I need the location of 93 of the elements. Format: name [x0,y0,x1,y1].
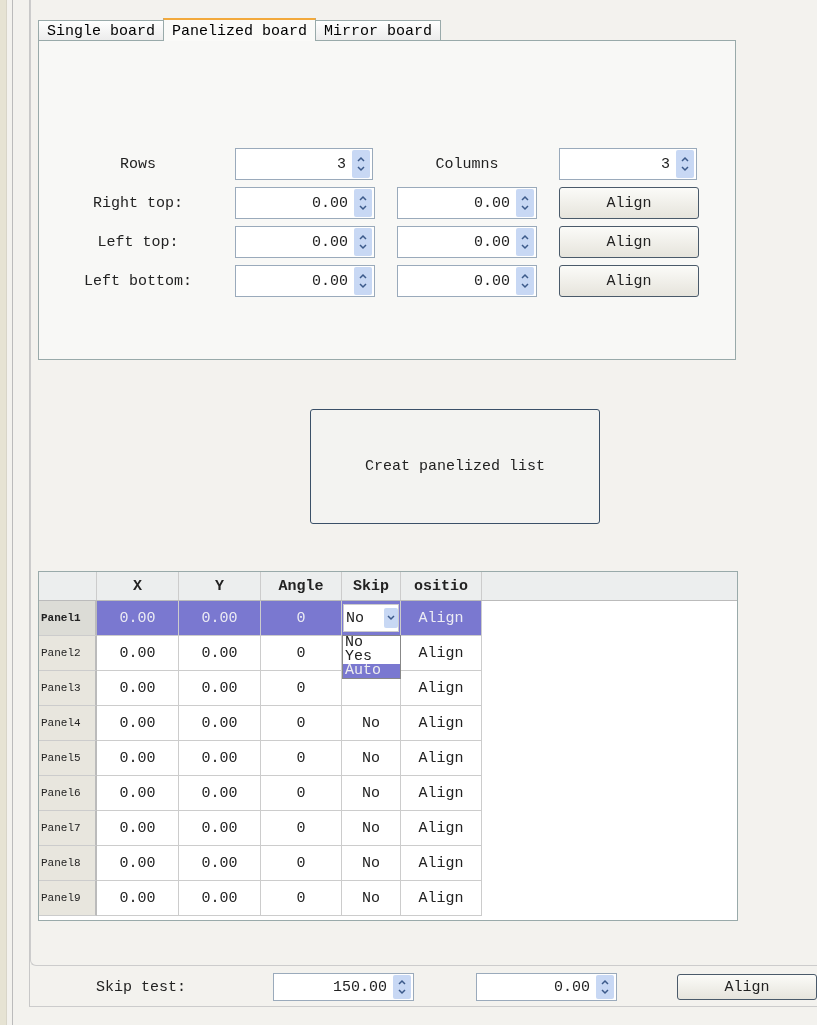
table-cell: 0.00 [179,811,261,846]
tab[interactable]: Single board [38,20,165,40]
column-header: Y [179,572,261,600]
table-cell: No [342,776,401,811]
column-header: ositio [401,572,482,600]
spin-arrows-icon[interactable] [676,150,694,178]
spin-box[interactable]: 0.00 [397,226,537,258]
chevron-down-icon [384,608,398,628]
spin-box[interactable]: 0.00 [235,265,375,297]
table-cell[interactable]: Align [401,846,482,881]
row-header[interactable]: Panel7 [39,811,97,846]
tab[interactable]: Panelized board [163,18,317,41]
table-cell: 0 [261,671,342,706]
spin-arrows-icon[interactable] [354,267,372,295]
table-cell: 0.00 [97,601,179,636]
table-cell: 0 [261,846,342,881]
row-header[interactable]: Panel5 [39,741,97,776]
table-cell: 0.00 [97,636,179,671]
create-list-button[interactable]: Creat panelized list [310,409,600,524]
row-header[interactable]: Panel3 [39,671,97,706]
spin-box[interactable]: 0.00 [476,973,617,1002]
spin-arrows-icon[interactable] [516,189,534,217]
table-cell: 0 [261,601,342,636]
align-button[interactable]: Align [559,265,699,297]
column-header: Angle [261,572,342,600]
table-cell[interactable]: Align [401,741,482,776]
table-cell: 0.00 [97,776,179,811]
rows-label: Rows [119,155,157,173]
table-cell[interactable]: Align [401,811,482,846]
align-button[interactable]: Align [677,974,817,1001]
spin-arrows-icon[interactable] [596,975,614,1000]
table-cell: 0 [261,706,342,741]
table-cell: 0.00 [97,881,179,916]
table-cell: 0.00 [179,881,261,916]
table-cell: 0.00 [179,741,261,776]
spin-arrows-icon[interactable] [354,189,372,217]
table-cell: 0 [261,636,342,671]
row-header[interactable]: Panel2 [39,636,97,671]
row-header[interactable]: Panel9 [39,881,97,916]
table-cell: No [342,706,401,741]
table-cell: 0.00 [97,671,179,706]
spin-arrows-icon[interactable] [393,975,411,1000]
table-cell: 0.00 [97,846,179,881]
spin-arrows-icon[interactable] [354,228,372,256]
align-button[interactable]: Align [559,226,699,258]
row-header[interactable]: Panel1 [39,601,97,636]
table-cell[interactable]: Align [401,881,482,916]
dropdown-option[interactable]: Yes [343,650,400,664]
table-cell: 0 [261,811,342,846]
table-cell: 0.00 [97,706,179,741]
table-cell: 0.00 [179,601,261,636]
spin-arrows-icon[interactable] [352,150,370,178]
spin-box[interactable]: 3 [559,148,697,180]
spin-arrows-icon[interactable] [516,228,534,256]
table-cell[interactable]: Align [401,706,482,741]
columns-label: Columns [434,155,500,173]
spin-arrows-icon[interactable] [516,267,534,295]
table-cell: 0 [261,881,342,916]
row-header[interactable]: Panel6 [39,776,97,811]
table-cell: 0.00 [97,741,179,776]
tab[interactable]: Mirror board [315,20,442,40]
skip-dropdown[interactable]: No [343,604,399,632]
table-cell: 0.00 [97,811,179,846]
dropdown-option[interactable]: No [343,636,400,650]
column-header: Skip [342,572,401,600]
table-cell: 0.00 [179,706,261,741]
table-cell: No [342,846,401,881]
spin-box[interactable]: 0.00 [235,187,375,219]
table-cell: No [342,811,401,846]
point-label: Left bottom: [83,272,193,290]
row-header[interactable]: Panel4 [39,706,97,741]
table-cell[interactable]: Align [401,776,482,811]
table-cell: 0.00 [179,846,261,881]
point-label: Right top: [92,194,184,212]
point-label: Left top: [96,233,180,251]
table-cell[interactable]: Align [401,636,482,671]
column-header: X [97,572,179,600]
table-cell: No [342,741,401,776]
table-cell: No [342,881,401,916]
table-cell[interactable]: Align [401,671,482,706]
table-cell: 0.00 [179,671,261,706]
spin-box[interactable]: 0.00 [397,265,537,297]
row-header[interactable]: Panel8 [39,846,97,881]
skip-test-label: Skip test: [96,978,187,996]
table-cell: 0.00 [179,636,261,671]
spin-box[interactable]: 0.00 [235,226,375,258]
spin-box[interactable]: 150.00 [273,973,414,1002]
table-cell: 0 [261,741,342,776]
spin-box[interactable]: 3 [235,148,373,180]
table-cell: 0 [261,776,342,811]
table-cell: 0.00 [179,776,261,811]
align-button[interactable]: Align [559,187,699,219]
spin-box[interactable]: 0.00 [397,187,537,219]
